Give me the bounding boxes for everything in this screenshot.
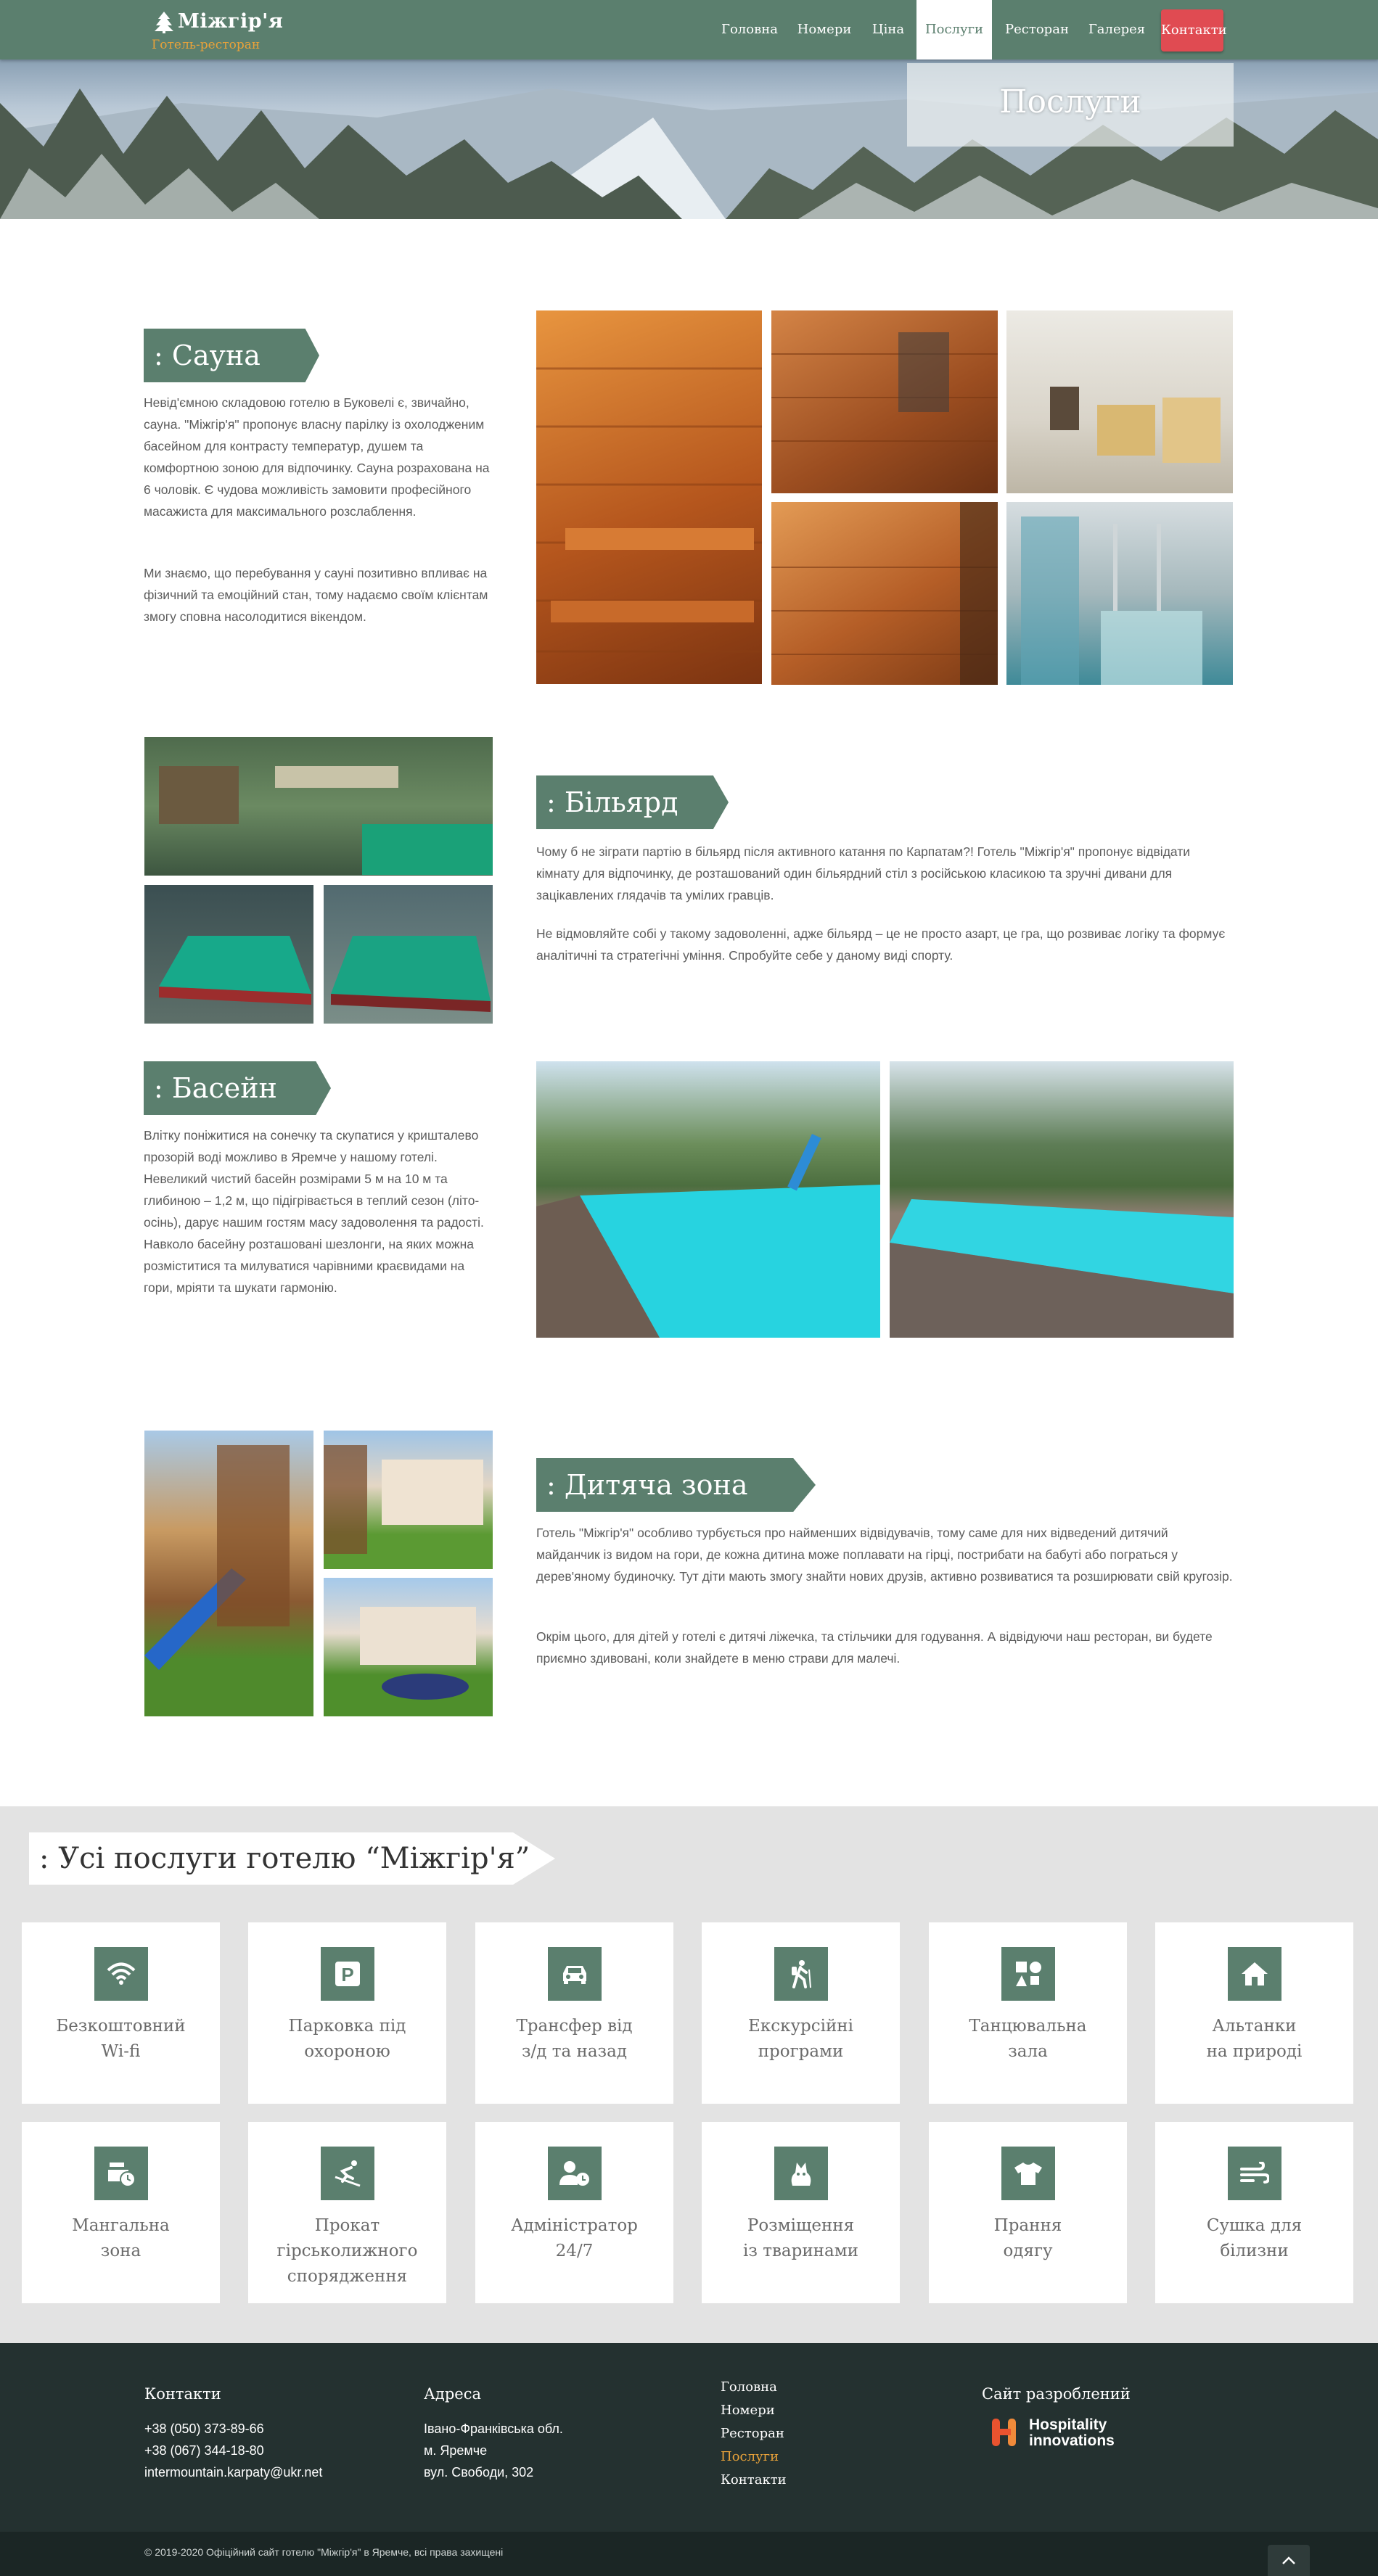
nav-restaurant[interactable]: Ресторан (999, 0, 1075, 59)
nav-contacts-button[interactable]: Контакти (1161, 9, 1227, 52)
wind-icon (1228, 2147, 1281, 2200)
scroll-to-top-button[interactable] (1268, 2545, 1310, 2576)
page-title: Послуги (999, 83, 1141, 120)
sauna-text-1: Невід'ємною складовою готелю в Буковелі … (144, 395, 490, 519)
kids-photo-1[interactable] (144, 1431, 313, 1716)
dance-icon (1001, 1947, 1055, 2001)
service-card-wifi: Безкоштовний Wi-fi (22, 1922, 220, 2104)
service-card-transfer: Трансфер від з/д та назад (475, 1922, 673, 2104)
service-label: Сушка для білизни (1206, 2216, 1303, 2260)
service-card-pets: Розміщення із тваринами (702, 2122, 900, 2303)
hospitality-logo-icon (991, 2416, 1020, 2449)
site-header: Міжгір'я Готель-ресторан Головна Номери … (0, 0, 1378, 59)
grill-icon (94, 2147, 148, 2200)
service-card-admin: Адміністратор 24/7 (475, 2122, 673, 2303)
parking-icon: P (321, 1947, 374, 2001)
service-card-gazebos: Альтанки на природі (1155, 1922, 1353, 2104)
copyright: © 2019-2020 Офіційний сайт готелю "Міжгі… (144, 2546, 504, 2558)
footer-nav-restaurant[interactable]: Ресторан (721, 2422, 784, 2445)
billiard-text-2: Не відмовляйте собі у такому задоволенні… (536, 926, 1226, 963)
nav-rooms[interactable]: Номери (792, 0, 857, 59)
sauna-photo-3[interactable] (1006, 310, 1233, 493)
service-card-dance-hall: Танцювальна зала (929, 1922, 1127, 2104)
billiard-photo-3[interactable] (324, 885, 493, 1024)
footer-nav-home[interactable]: Головна (721, 2376, 777, 2399)
pool-heading: : Басейн (144, 1061, 331, 1115)
service-card-drying: Сушка для білизни (1155, 2122, 1353, 2303)
sauna-photo-2[interactable] (771, 310, 998, 493)
developer-link[interactable]: Hospitality innovations (1029, 2417, 1115, 2449)
footer-contacts-title: Контакти (144, 2385, 221, 2403)
kids-heading: : Дитяча зона (536, 1458, 816, 1512)
skiing-icon (321, 2147, 374, 2200)
developer-name-1: Hospitality (1029, 2416, 1107, 2433)
service-label: Екскурсійні програми (748, 2017, 853, 2061)
footer-nav-contacts[interactable]: Контакти (721, 2469, 787, 2492)
billiard-heading: : Більярд (536, 775, 729, 829)
service-label: Прання одягу (993, 2216, 1062, 2260)
service-label: Розміщення із тваринами (743, 2216, 858, 2260)
svg-text:P: P (341, 1964, 353, 1986)
kids-text-1: Готель "Міжгір'я" особливо турбується пр… (536, 1526, 1233, 1584)
footer-phone-1[interactable]: +38 (050) 373-89-66 (144, 2418, 264, 2440)
service-label: Трансфер від з/д та назад (516, 2017, 633, 2061)
service-label: Танцювальна зала (969, 2017, 1087, 2061)
service-label: Безкоштовний Wi-fi (56, 2017, 186, 2061)
admin-clock-icon (548, 2147, 602, 2200)
footer-address-title: Адреса (424, 2385, 481, 2403)
sauna-photo-4[interactable] (771, 502, 998, 685)
service-card-ski-rental: Прокат гірськолижного спорядження (248, 2122, 446, 2303)
sauna-text-2: Ми знаємо, що перебування у сауні позити… (144, 566, 488, 624)
nav-services[interactable]: Послуги (916, 0, 992, 59)
footer-address-street: вул. Свободи, 302 (424, 2465, 534, 2480)
service-label: Прокат гірськолижного спорядження (276, 2216, 418, 2286)
tshirt-icon (1001, 2147, 1055, 2200)
footer-address-city: м. Яремче (424, 2443, 488, 2458)
pool-photo-1[interactable] (536, 1061, 880, 1338)
wifi-icon (94, 1947, 148, 2001)
service-label: Мангальна зона (72, 2216, 170, 2260)
service-label: Адміністратор 24/7 (511, 2216, 638, 2260)
billiard-photo-1[interactable] (144, 737, 493, 876)
pool-photo-2[interactable] (890, 1061, 1234, 1338)
pool-text: Влітку поніжитися на сонечку та скупатис… (144, 1128, 484, 1295)
footer-nav-services[interactable]: Послуги (721, 2445, 779, 2469)
footer-email[interactable]: intermountain.karpaty@ukr.net (144, 2461, 322, 2483)
service-card-laundry: Прання одягу (929, 2122, 1127, 2303)
developer-name-2: innovations (1029, 2432, 1115, 2449)
nav-home[interactable]: Головна (715, 0, 784, 59)
house-icon (1228, 1947, 1281, 2001)
service-label: Парковка під охороною (288, 2017, 406, 2061)
pet-icon (774, 2147, 828, 2200)
billiard-photo-2[interactable] (144, 885, 313, 1024)
services-heading: : Усі послуги готелю “Міжгір'я” (29, 1832, 555, 1885)
main-nav: Головна Номери Ціна Послуги Ресторан Гал… (0, 0, 1378, 59)
footer-address-region: Івано-Франківська обл. (424, 2421, 563, 2436)
footer-dev-title: Сайт разроблений (982, 2385, 1131, 2403)
billiard-text-1: Чому б не зіграти партію в більярд після… (536, 844, 1191, 902)
car-icon (548, 1947, 602, 2001)
nav-prices[interactable]: Ціна (866, 0, 911, 59)
sauna-photo-5[interactable] (1006, 502, 1233, 685)
chevron-up-icon (1282, 2556, 1295, 2564)
kids-text-2: Окрім цього, для дітей у готелі є дитячі… (536, 1629, 1213, 1666)
sauna-photo-1[interactable] (536, 310, 762, 684)
kids-photo-2[interactable] (324, 1431, 493, 1569)
footer-nav-rooms[interactable]: Номери (721, 2399, 775, 2422)
kids-photo-3[interactable] (324, 1578, 493, 1716)
service-card-parking: P Парковка під охороною (248, 1922, 446, 2104)
service-label: Альтанки на природі (1206, 2017, 1303, 2061)
service-card-excursions: Екскурсійні програми (702, 1922, 900, 2104)
service-card-grill: Мангальна зона (22, 2122, 220, 2303)
nav-gallery[interactable]: Галерея (1084, 0, 1149, 59)
footer-phone-2[interactable]: +38 (067) 344-18-80 (144, 2440, 264, 2461)
sauna-heading: : Сауна (144, 329, 319, 382)
hiking-icon (774, 1947, 828, 2001)
